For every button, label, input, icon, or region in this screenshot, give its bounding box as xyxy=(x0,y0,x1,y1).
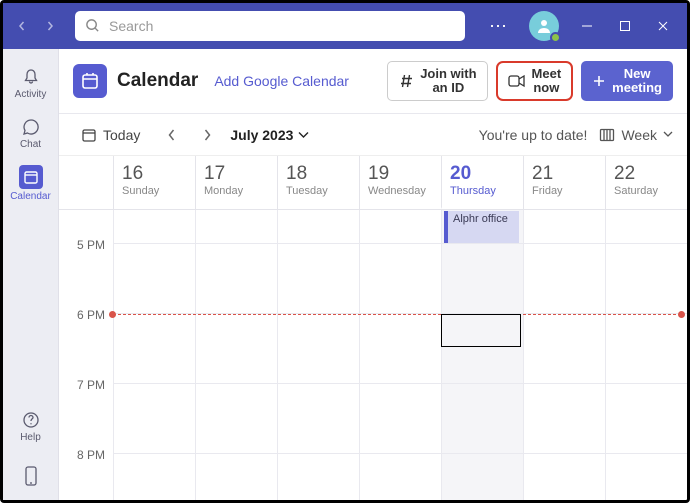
search-icon xyxy=(85,18,100,33)
rail-label: Help xyxy=(20,432,41,443)
sync-status: You're up to date! xyxy=(479,127,588,143)
rail-help[interactable]: Help xyxy=(4,402,58,450)
day-header[interactable]: 19Wednesday xyxy=(359,156,441,209)
page-title: Calendar xyxy=(117,70,198,92)
join-with-id-button[interactable]: Join withan ID xyxy=(387,61,487,101)
rail-activity[interactable]: Activity xyxy=(4,59,58,107)
minimize-button[interactable] xyxy=(571,10,603,42)
hour-row[interactable]: 5 PM xyxy=(59,243,687,313)
presence-badge xyxy=(550,32,561,43)
rail-label: Calendar xyxy=(10,191,51,202)
device-icon xyxy=(22,465,40,487)
month-picker[interactable]: July 2023 xyxy=(230,127,309,143)
search-input[interactable] xyxy=(75,11,465,41)
week-icon xyxy=(599,128,615,142)
calendar-subheader: Today July 2023 You're up to date! Week xyxy=(59,114,687,156)
calendar-event[interactable]: Alphr office xyxy=(444,211,519,244)
bell-icon xyxy=(21,67,41,87)
rail-chat[interactable]: Chat xyxy=(4,109,58,157)
new-meeting-button[interactable]: Newmeeting xyxy=(581,61,673,101)
day-header[interactable]: 22Saturday xyxy=(605,156,687,209)
prev-period[interactable] xyxy=(158,122,184,148)
day-header[interactable]: 21Friday xyxy=(523,156,605,209)
hour-label: 5 PM xyxy=(59,236,113,306)
header-actions: Join withan ID Meetnow Newmeeting xyxy=(387,61,673,101)
chat-icon xyxy=(21,117,41,137)
calendar-grid: 16Sunday 17Monday 18Tuesday 19Wednesday … xyxy=(59,156,687,500)
rail-label: Activity xyxy=(15,89,47,100)
hour-row[interactable]: Alphr office xyxy=(59,210,687,243)
chevron-down-icon xyxy=(298,131,309,139)
view-picker[interactable]: Week xyxy=(599,127,673,143)
time-grid[interactable]: Alphr office 5 PM 6 PM 7 PM xyxy=(59,210,687,500)
day-header[interactable]: 18Tuesday xyxy=(277,156,359,209)
user-avatar[interactable] xyxy=(529,11,559,41)
hour-label xyxy=(59,210,113,236)
rail-calendar[interactable]: Calendar xyxy=(4,159,58,207)
title-bar: ⋯ xyxy=(3,3,687,49)
day-header-today[interactable]: 20Thursday xyxy=(441,156,523,209)
plus-icon xyxy=(592,74,606,88)
hour-row[interactable]: 7 PM xyxy=(59,383,687,453)
hour-row[interactable]: 6 PM xyxy=(59,313,687,383)
rail-device[interactable] xyxy=(4,452,58,500)
video-icon xyxy=(508,74,526,88)
day-header[interactable]: 16Sunday xyxy=(113,156,195,209)
rail-label: Chat xyxy=(20,139,41,150)
current-time-indicator xyxy=(113,314,681,315)
app-body: Activity Chat Calendar Help Calenda xyxy=(3,49,687,500)
app-window: ⋯ Activity Chat Calendar xyxy=(0,0,690,503)
nav-back[interactable] xyxy=(11,15,33,37)
maximize-button[interactable] xyxy=(609,10,641,42)
day-header-row: 16Sunday 17Monday 18Tuesday 19Wednesday … xyxy=(59,156,687,210)
nav-forward[interactable] xyxy=(39,15,61,37)
today-button[interactable]: Today xyxy=(73,123,148,147)
add-google-calendar-link[interactable]: Add Google Calendar xyxy=(214,73,349,89)
hour-label: 6 PM xyxy=(59,306,113,376)
hour-row[interactable]: 8 PM xyxy=(59,453,687,500)
close-button[interactable] xyxy=(647,10,679,42)
day-header[interactable]: 17Monday xyxy=(195,156,277,209)
calendar-icon xyxy=(19,165,43,189)
nav-rail: Activity Chat Calendar Help xyxy=(3,49,59,500)
hash-icon xyxy=(398,73,414,89)
main-panel: Calendar Add Google Calendar Join withan… xyxy=(59,49,687,500)
meet-now-button[interactable]: Meetnow xyxy=(496,61,574,101)
hour-label: 8 PM xyxy=(59,446,113,500)
more-options[interactable]: ⋯ xyxy=(479,16,517,37)
search-wrapper xyxy=(75,11,465,41)
help-icon xyxy=(21,410,41,430)
calendar-today-icon xyxy=(81,127,97,143)
next-period[interactable] xyxy=(194,122,220,148)
calendar-header: Calendar Add Google Calendar Join withan… xyxy=(59,49,687,114)
hour-label: 7 PM xyxy=(59,376,113,446)
calendar-app-icon xyxy=(73,64,107,98)
chevron-down-icon xyxy=(663,131,673,138)
person-icon xyxy=(536,18,552,34)
